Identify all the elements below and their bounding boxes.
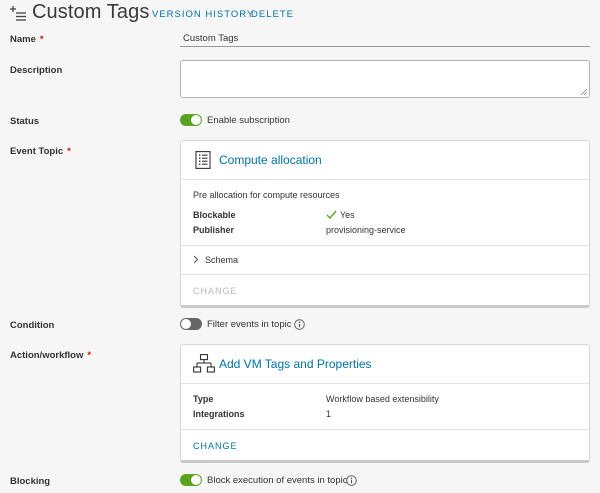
workflow-icon bbox=[193, 354, 215, 373]
description-field[interactable] bbox=[180, 60, 590, 98]
change-event-topic-button: CHANGE bbox=[193, 286, 238, 296]
delete-link[interactable]: DELETE bbox=[251, 9, 294, 20]
integrations-value: 1 bbox=[326, 409, 332, 419]
required-marker: * bbox=[87, 350, 92, 361]
chevron-right-icon[interactable] bbox=[192, 255, 199, 264]
action-workflow-card: Add VM Tags and Properties Type Workflow… bbox=[180, 344, 590, 463]
divider bbox=[181, 274, 589, 275]
change-action-workflow-button[interactable]: CHANGE bbox=[193, 441, 238, 451]
event-topic-title[interactable]: Compute allocation bbox=[219, 153, 322, 167]
event-topic-card: Compute allocation Pre allocation for co… bbox=[180, 140, 590, 308]
type-label: Type bbox=[193, 394, 214, 404]
filter-events-toggle[interactable] bbox=[180, 318, 202, 330]
info-icon[interactable] bbox=[294, 319, 305, 330]
name-label: Name * bbox=[10, 34, 44, 45]
toggle-knob bbox=[191, 475, 201, 485]
publisher-value: provisioning-service bbox=[326, 225, 406, 235]
block-execution-label: Block execution of events in topic bbox=[207, 475, 348, 486]
page-title: Custom Tags bbox=[32, 1, 150, 23]
action-workflow-label: Action/workflow * bbox=[10, 350, 92, 361]
enable-subscription-toggle[interactable] bbox=[180, 114, 202, 126]
action-workflow-title[interactable]: Add VM Tags and Properties bbox=[219, 357, 372, 371]
divider bbox=[181, 429, 589, 430]
resize-grip-icon[interactable] bbox=[581, 89, 587, 95]
integrations-label: Integrations bbox=[193, 409, 245, 419]
divider bbox=[181, 383, 589, 384]
publisher-label: Publisher bbox=[193, 225, 235, 235]
type-value: Workflow based extensibility bbox=[326, 394, 439, 404]
add-list-icon bbox=[10, 6, 26, 21]
page-header: Custom Tags VERSION HISTORY DELETE bbox=[0, 0, 600, 26]
condition-label: Condition bbox=[10, 320, 55, 331]
blocking-label: Blocking bbox=[10, 476, 51, 487]
enable-subscription-label: Enable subscription bbox=[207, 115, 290, 126]
divider bbox=[181, 245, 589, 246]
name-field[interactable]: Custom Tags bbox=[180, 30, 590, 47]
description-label: Description bbox=[10, 65, 63, 76]
blockable-value: Yes bbox=[340, 210, 355, 220]
filter-events-label: Filter events in topic bbox=[207, 319, 292, 330]
required-marker: * bbox=[39, 34, 44, 45]
toggle-knob bbox=[181, 319, 191, 329]
checkmark-icon bbox=[326, 210, 337, 220]
schema-toggle[interactable]: Schema bbox=[205, 255, 238, 265]
blockable-label: Blockable bbox=[193, 210, 236, 220]
block-execution-toggle[interactable] bbox=[180, 474, 202, 486]
required-marker: * bbox=[67, 146, 71, 157]
event-topic-label: Event Topic * bbox=[10, 146, 71, 157]
event-topic-description: Pre allocation for compute resources bbox=[193, 190, 340, 200]
version-history-link[interactable]: VERSION HISTORY bbox=[152, 9, 254, 20]
status-label: Status bbox=[10, 116, 40, 127]
divider bbox=[181, 179, 589, 180]
info-icon[interactable] bbox=[346, 475, 357, 486]
document-list-icon bbox=[195, 151, 211, 169]
toggle-knob bbox=[191, 115, 201, 125]
